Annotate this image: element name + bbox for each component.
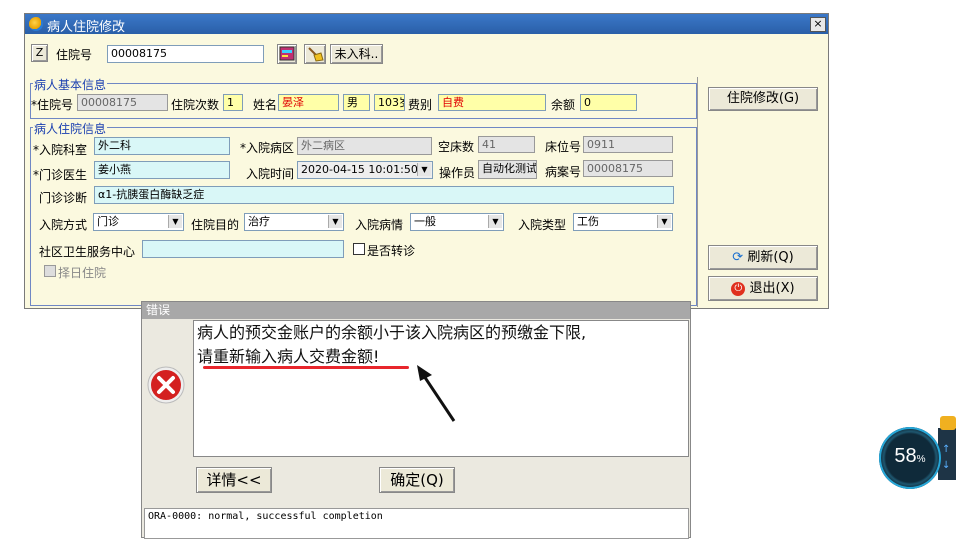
empty-beds-label: 空床数	[438, 140, 475, 154]
annotation-arrow-icon	[417, 365, 456, 422]
app-logo-icon	[29, 17, 43, 31]
condition-select[interactable]: 一般 ▼	[410, 213, 504, 231]
card-icon	[279, 46, 295, 61]
times-label: 住院次数	[171, 98, 220, 112]
admission-info-group-label: 病人住院信息	[33, 120, 108, 137]
admit-mode-select[interactable]: 门诊 ▼	[93, 213, 184, 231]
arrow-down-icon: ↓	[942, 460, 951, 471]
admission-modify-window: 病人住院修改 × Z 住院号 00008175 未入科.. 病人基本信息 *住院…	[24, 13, 829, 309]
operator-field: 自动化测试	[478, 160, 537, 179]
card-reader-button[interactable]	[277, 44, 297, 64]
power-icon: ⏻	[731, 281, 746, 296]
bed-no-label: 床位号	[545, 140, 582, 154]
exit-label: 退出(X)	[749, 281, 795, 296]
chevron-down-icon[interactable]: ▼	[168, 215, 182, 228]
error-message-box: 病人的预交金账户的余额小于该入院病区的预缴金下限, 请重新输入病人交费金额!	[193, 320, 689, 457]
error-detail-box: ORA-0000: normal, successful completion	[144, 508, 689, 539]
diagnosis-label: 门诊诊断	[39, 191, 88, 205]
dept-label: *入院科室	[33, 143, 88, 157]
bed-no-field: 0911	[583, 136, 673, 153]
condition-label: 入院病情	[355, 218, 404, 232]
admit-type-label: 入院类型	[518, 218, 567, 232]
admit-type-select[interactable]: 工伤 ▼	[573, 213, 673, 231]
details-button[interactable]: 详情<<	[196, 467, 272, 493]
chevron-down-icon[interactable]: ▼	[657, 215, 671, 228]
basic-admission-no-label: *住院号	[31, 98, 74, 112]
performance-widget[interactable]: 58%	[879, 427, 941, 489]
widget-value: 58	[894, 445, 917, 467]
balance-label: 余额	[551, 98, 576, 112]
fee-type-field[interactable]: 自费	[438, 94, 546, 111]
highlight-underline	[203, 366, 409, 369]
purpose-select[interactable]: 治疗 ▼	[244, 213, 344, 231]
name-label: 姓名	[253, 98, 278, 112]
balance-field[interactable]: 0	[580, 94, 637, 111]
community-label: 社区卫生服务中心	[39, 245, 136, 259]
window-title: 病人住院修改	[47, 20, 126, 35]
vip-crown-icon	[940, 416, 956, 430]
chevron-down-icon[interactable]: ▼	[417, 163, 431, 176]
dept-field[interactable]: 外二科	[94, 137, 230, 155]
modify-button[interactable]: 住院修改(G)	[708, 87, 818, 111]
times-field[interactable]: 1	[223, 94, 243, 111]
chevron-down-icon[interactable]: ▼	[328, 215, 342, 228]
ok-button[interactable]: 确定(Q)	[379, 467, 455, 493]
empty-beds-field: 41	[478, 136, 535, 153]
exit-button[interactable]: ⏻ 退出(X)	[708, 276, 818, 301]
admission-no-search-input[interactable]: 00008175	[107, 45, 264, 63]
name-field[interactable]: 晏泽	[278, 94, 339, 111]
age-field[interactable]: 103岁	[374, 94, 405, 111]
error-dialog-title: 错误	[142, 302, 690, 319]
community-field[interactable]	[142, 240, 344, 258]
close-button[interactable]: ×	[810, 17, 826, 32]
error-detail-text: ORA-0000: normal, successful completion	[148, 511, 383, 522]
ward-label: *入院病区	[240, 141, 295, 155]
case-no-field: 00008175	[583, 160, 673, 177]
admission-no-label: 住院号	[56, 48, 93, 62]
z-button[interactable]: Z	[31, 44, 48, 62]
title-bar: 病人住院修改 ×	[25, 14, 828, 35]
refresh-label: 刷新(Q)	[747, 250, 794, 265]
fee-type-label: 费别	[408, 98, 433, 112]
doctor-field[interactable]: 姜小燕	[94, 161, 230, 179]
admit-mode-value: 门诊	[97, 215, 119, 228]
choose-day-label: 择日住院	[58, 266, 107, 280]
admit-mode-label: 入院方式	[39, 218, 88, 232]
error-icon	[147, 366, 185, 404]
transfer-checkbox[interactable]	[353, 243, 365, 255]
doctor-label: *门诊医生	[33, 168, 88, 182]
arrow-up-icon: ↑	[942, 444, 951, 455]
error-dialog: 错误 病人的预交金账户的余额小于该入院病区的预缴金下限, 请重新输入病人交费金额…	[141, 301, 691, 539]
refresh-icon: ⟳	[732, 250, 744, 265]
case-no-label: 病案号	[545, 165, 582, 179]
refresh-button[interactable]: ⟳ 刷新(Q)	[708, 245, 818, 270]
action-panel	[697, 77, 828, 307]
purpose-label: 住院目的	[191, 218, 240, 232]
choose-day-checkbox[interactable]	[44, 265, 56, 277]
sex-field[interactable]: 男	[343, 94, 370, 111]
admit-time-label: 入院时间	[246, 167, 295, 181]
chevron-down-icon[interactable]: ▼	[488, 215, 502, 228]
basic-info-group-label: 病人基本信息	[33, 76, 108, 93]
purpose-value: 治疗	[248, 215, 270, 228]
basic-admission-no-field: 00008175	[77, 94, 168, 111]
condition-value: 一般	[414, 215, 436, 228]
ward-field: 外二病区	[297, 137, 432, 155]
admit-time-value: 2020-04-15 10:01:50	[301, 163, 418, 176]
clear-button[interactable]	[304, 44, 326, 64]
broom-icon	[308, 47, 324, 62]
error-message-line1: 病人的预交金账户的余额小于该入院病区的预缴金下限,	[197, 323, 587, 342]
diagnosis-field[interactable]: α1-抗胰蛋白酶缺乏症	[94, 186, 674, 204]
operator-label: 操作员	[439, 166, 476, 180]
admit-type-value: 工伤	[577, 215, 599, 228]
not-admitted-button[interactable]: 未入科..	[330, 44, 383, 64]
widget-unit: %	[916, 454, 926, 465]
admit-time-picker[interactable]: 2020-04-15 10:01:50 ▼	[297, 161, 433, 179]
transfer-label: 是否转诊	[367, 244, 416, 258]
